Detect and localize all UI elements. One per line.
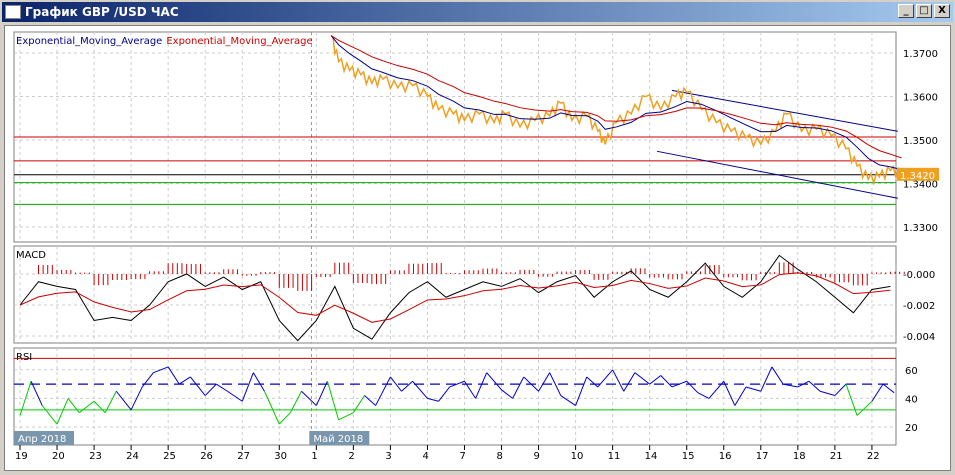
x-tick-label: 17 [756, 451, 769, 462]
x-tick-label: 21 [830, 451, 843, 462]
x-tick-label: 27 [237, 451, 250, 462]
x-tick-label: 23 [89, 451, 102, 462]
x-tick-label: 7 [459, 451, 465, 462]
x-tick-label: 16 [719, 451, 732, 462]
x-tick-label: 19 [15, 451, 28, 462]
rsi-tick-label: 40 [905, 394, 918, 405]
x-tick-label: 11 [608, 451, 621, 462]
x-tick-label: 14 [645, 451, 658, 462]
legend-item-1: Exponential_Moving_Average [166, 36, 312, 47]
x-tick-label: 9 [534, 451, 540, 462]
panel-1 [13, 245, 897, 344]
x-tick-label: 4 [422, 451, 428, 462]
chart-canvas[interactable]: 1.37001.36001.35001.34001.3300-0.000-0.0… [0, 0, 955, 475]
y-tick-label: 1.3300 [903, 223, 938, 234]
month-label: Апр 2018 [18, 434, 66, 445]
macd-tick-label: -0.002 [903, 301, 935, 312]
x-tick-label: 30 [274, 451, 287, 462]
legend-item-0: Exponential_Moving_Average [16, 36, 162, 47]
x-tick-label: 10 [571, 451, 584, 462]
x-tick-label: 20 [52, 451, 65, 462]
x-tick-label: 25 [163, 451, 176, 462]
rsi-tick-label: 60 [905, 366, 918, 377]
y-tick-label: 1.3700 [903, 49, 938, 60]
x-tick-label: 26 [200, 451, 213, 462]
macd-tick-label: -0.000 [903, 270, 935, 281]
macd-tick-label: -0.004 [903, 332, 935, 343]
x-tick-label: 1 [311, 451, 317, 462]
x-tick-label: 18 [793, 451, 806, 462]
x-tick-label: 15 [682, 451, 695, 462]
month-label: Май 2018 [313, 434, 363, 445]
x-tick-label: 8 [497, 451, 503, 462]
macd-label: MACD [16, 250, 46, 261]
current-price-label: 1.3420 [900, 171, 935, 182]
rsi-tick-label: 20 [905, 423, 918, 434]
x-tick-label: 22 [867, 451, 880, 462]
panel-2 [13, 347, 897, 446]
y-tick-label: 1.3600 [903, 93, 938, 104]
x-tick-label: 3 [385, 451, 391, 462]
y-tick-label: 1.3500 [903, 136, 938, 147]
rsi-label: RSI [16, 352, 32, 363]
x-tick-label: 24 [126, 451, 139, 462]
x-tick-label: 2 [348, 451, 354, 462]
